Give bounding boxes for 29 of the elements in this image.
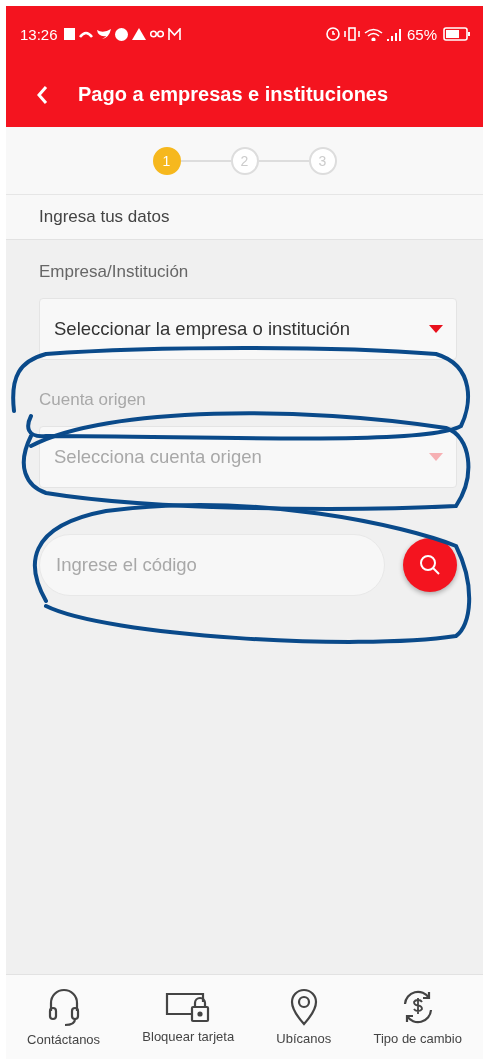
wifi-icon — [363, 27, 383, 41]
back-icon[interactable] — [36, 84, 48, 105]
section-title: Ingresa tus datos — [6, 195, 483, 240]
alarm-icon — [325, 27, 340, 41]
bottom-nav-item[interactable]: Ubícanos — [276, 988, 332, 1046]
battery-percentage: 65% — [406, 25, 437, 43]
dropdown-caret-icon — [428, 324, 444, 334]
dropdown-caret-icon — [428, 452, 444, 462]
voicemail-icon — [149, 30, 164, 38]
headset-icon — [46, 987, 81, 1027]
location-pin-icon — [288, 988, 319, 1026]
status-time: 13:26 — [20, 25, 58, 43]
missed-call-icon — [78, 30, 93, 38]
bottom-nav-item[interactable]: Tipo de cambio — [373, 988, 462, 1046]
battery-icon — [443, 26, 471, 42]
bottom-nav-item[interactable]: Contáctanos — [27, 987, 101, 1047]
bottom-nav-item[interactable]: Bloquear tarjeta — [142, 990, 235, 1044]
mail-icon — [167, 28, 181, 40]
search-icon — [419, 554, 441, 576]
dropdown-field[interactable]: Seleccionar la empresa o institución — [39, 298, 457, 360]
field-label: Empresa/Institución — [39, 262, 190, 282]
screen-title: Pago a empresas e instituciones — [78, 83, 389, 106]
search-button[interactable] — [403, 538, 457, 592]
vibrate-icon — [343, 27, 360, 41]
warning-icon — [131, 28, 146, 40]
signal-icon — [386, 27, 401, 41]
field-label: Cuenta origen — [39, 390, 147, 410]
card-lock-icon — [165, 990, 212, 1024]
step-indicator: 1 — [152, 146, 181, 175]
